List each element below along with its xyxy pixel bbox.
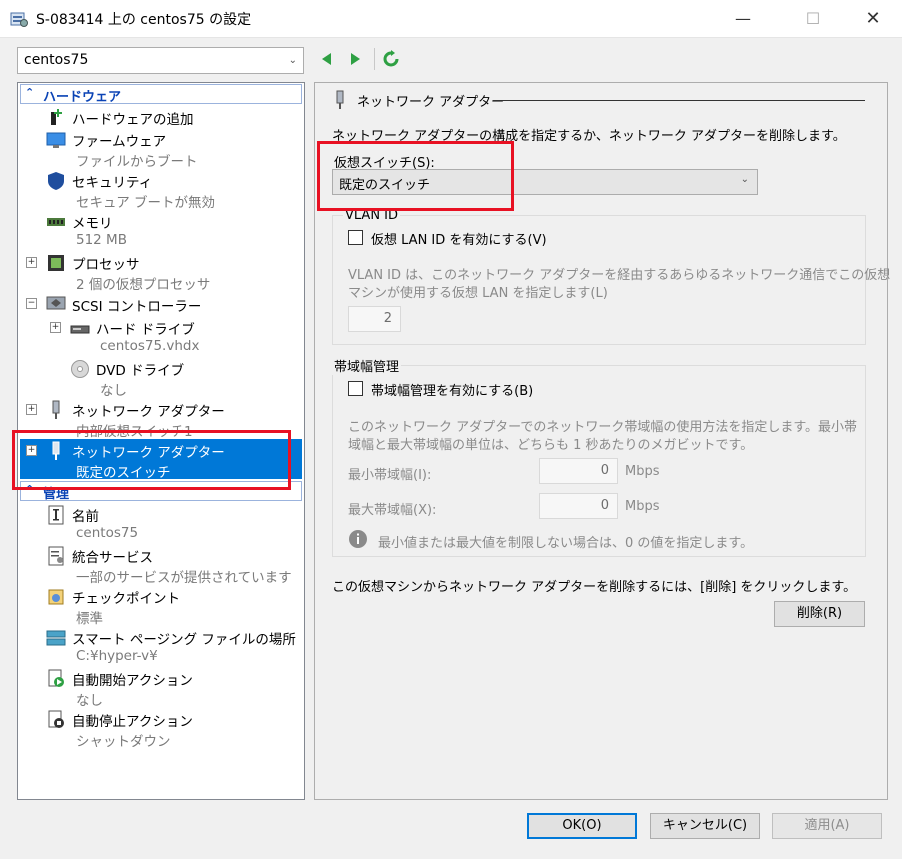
collapse-icon[interactable]: −: [26, 298, 37, 309]
cpu-icon: [48, 255, 64, 271]
bandwidth-description: このネットワーク アダプターでのネットワーク帯域幅の使用方法を指定します。最小帯: [348, 420, 858, 435]
tree-item-auto-start[interactable]: 自動開始アクション なし: [20, 667, 302, 709]
paging-icon: [46, 630, 66, 646]
name-icon: [48, 505, 64, 525]
tree-item-integration-services[interactable]: 統合サービス 一部のサービスが提供されています: [20, 544, 302, 586]
maximize-button[interactable]: ☐: [790, 0, 836, 38]
apply-button[interactable]: 適用(A): [772, 813, 882, 839]
bandwidth-description-2: 域幅と最大帯域幅の単位は、どちらも 1 秒あたりのメガビットです。: [348, 438, 754, 453]
bandwidth-group-title: 帯域幅管理: [332, 356, 402, 375]
remove-instructions: この仮想マシンからネットワーク アダプターを削除するには、[削除] をクリックし…: [332, 580, 857, 595]
window-title: S-083414 上の centos75 の設定: [36, 12, 252, 28]
vlan-checkbox-label[interactable]: 仮想 LAN ID を有効にする(V): [371, 229, 547, 248]
tree-item-add-hardware[interactable]: ハードウェアの追加: [20, 106, 302, 128]
ok-button[interactable]: OK(O): [527, 813, 637, 839]
add-hardware-icon: [51, 109, 62, 125]
chevron-down-icon: ⌄: [740, 174, 749, 185]
vlan-description: VLAN ID は、このネットワーク アダプターを経由するあらゆるネットワーク通…: [348, 268, 891, 283]
min-bandwidth-label: 最小帯域幅(I):: [348, 468, 432, 483]
settings-window-icon: [10, 12, 28, 27]
tree-item-hard-drive[interactable]: + ハード ドライブ centos75.vhdx: [20, 316, 302, 356]
tree-item-memory[interactable]: メモリ 512 MB: [20, 210, 302, 250]
info-icon: [349, 530, 367, 548]
shield-icon: [48, 172, 64, 190]
bandwidth-checkbox[interactable]: [348, 381, 363, 396]
forward-arrow-icon[interactable]: [346, 50, 364, 68]
max-bandwidth-label: 最大帯域幅(X):: [348, 503, 437, 518]
title-bar: S-083414 上の centos75 の設定 — ☐ ✕: [0, 0, 902, 38]
back-arrow-icon[interactable]: [318, 50, 336, 68]
scsi-icon: [46, 296, 66, 310]
tree-item-security[interactable]: セキュリティ セキュア ブートが無効: [20, 169, 302, 211]
max-bandwidth-unit: Mbps: [625, 499, 660, 514]
bandwidth-checkbox-label[interactable]: 帯域幅管理を有効にする(B): [371, 380, 533, 399]
vlan-description-2: マシンが使用する仮想 LAN を指定します(L): [348, 286, 608, 301]
vlan-checkbox[interactable]: [348, 230, 363, 245]
minimize-button[interactable]: —: [720, 0, 766, 38]
auto-stop-icon: [48, 710, 64, 728]
network-adapter-icon: [52, 400, 60, 419]
hardware-section-header[interactable]: ⌃ ハードウェア: [20, 84, 302, 105]
expand-icon[interactable]: +: [26, 257, 37, 268]
toolbar-divider: [374, 48, 375, 70]
max-bandwidth-input[interactable]: 0: [539, 493, 618, 519]
auto-start-icon: [48, 669, 64, 687]
info-text: 最小値または最大値を制限しない場合は、0 の値を指定します。: [378, 536, 754, 551]
hard-drive-icon: [70, 325, 90, 334]
close-button[interactable]: ✕: [850, 0, 896, 38]
expand-icon[interactable]: +: [50, 322, 61, 333]
monitor-icon: [46, 132, 66, 148]
memory-icon: [47, 218, 65, 226]
header-rule: [493, 100, 865, 101]
chevron-down-icon: ⌄: [288, 55, 297, 66]
expand-icon[interactable]: +: [26, 404, 37, 415]
dvd-icon: [71, 360, 89, 378]
min-bandwidth-unit: Mbps: [625, 464, 660, 479]
highlight-box-switch: [317, 141, 514, 211]
highlight-box-adapter: [12, 430, 291, 490]
tree-item-scsi-controller[interactable]: − SCSI コントローラー: [20, 293, 302, 315]
collapse-up-icon: ⌃: [25, 86, 35, 99]
integration-icon: [48, 546, 64, 566]
vm-selector-value: centos75: [24, 52, 89, 68]
tree-item-smart-paging[interactable]: スマート ページング ファイルの場所 C:¥hyper-v¥: [20, 626, 302, 666]
min-bandwidth-input[interactable]: 0: [539, 458, 618, 484]
tree-item-firmware[interactable]: ファームウェア ファイルからブート: [20, 128, 302, 170]
tree-item-dvd-drive[interactable]: DVD ドライブ なし: [20, 357, 302, 399]
remove-button[interactable]: 削除(R): [774, 601, 865, 627]
tree-item-processor[interactable]: + プロセッサ 2 個の仮想プロセッサ: [20, 251, 302, 293]
checkpoint-icon: [48, 589, 64, 605]
tree-item-auto-stop[interactable]: 自動停止アクション シャットダウン: [20, 708, 302, 750]
tree-item-vm-name[interactable]: 名前 centos75: [20, 503, 302, 543]
vm-selector[interactable]: centos75 ⌄: [17, 47, 304, 74]
tree-item-checkpoints[interactable]: チェックポイント 標準: [20, 585, 302, 627]
network-adapter-icon: [336, 90, 344, 109]
vlan-id-input[interactable]: 2: [348, 306, 401, 332]
cancel-button[interactable]: キャンセル(C): [650, 813, 760, 839]
panel-header: ネットワーク アダプター: [357, 95, 505, 110]
refresh-icon[interactable]: [382, 50, 400, 68]
